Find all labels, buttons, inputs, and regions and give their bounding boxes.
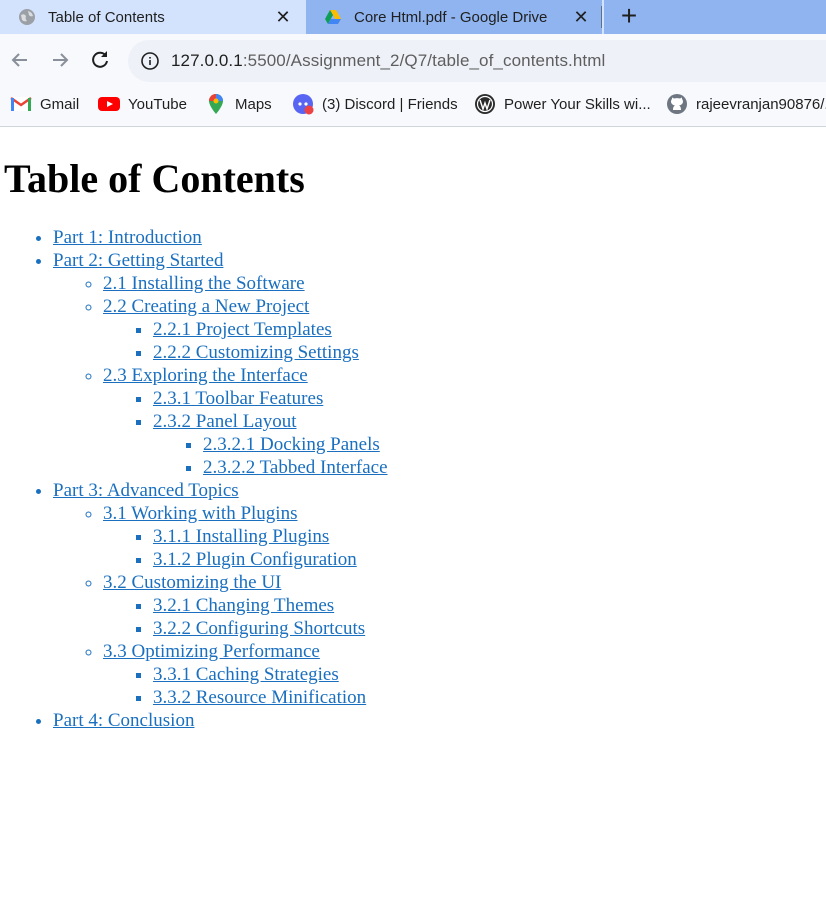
toc-link-2-3-2-2[interactable]: 2.3.2.2 Tabbed Interface xyxy=(203,457,388,478)
bookmark-github[interactable]: rajeevranjan90876/... xyxy=(666,88,826,120)
toc-3-1-subsections: 3.1.1 Installing Plugins 3.1.2 Plugin Co… xyxy=(103,525,388,571)
close-tab-icon[interactable]: ✕ xyxy=(572,8,590,26)
forward-arrow-icon[interactable] xyxy=(48,48,72,72)
toc-part-3-sections: 3.1 Working with Plugins 3.1.1 Installin… xyxy=(53,502,388,709)
url-host: 127.0.0.1 xyxy=(171,51,243,70)
youtube-icon xyxy=(98,93,120,115)
maps-icon xyxy=(205,93,227,115)
toc-item: 2.3.2 Panel Layout 2.3.2.1 Docking Panel… xyxy=(153,410,388,479)
toc-link-3-1[interactable]: 3.1 Working with Plugins xyxy=(103,503,297,524)
toc-item: 2.2.1 Project Templates xyxy=(153,318,388,341)
toc-link-3-2[interactable]: 3.2 Customizing the UI xyxy=(103,572,281,593)
toc-link-3-3[interactable]: 3.3 Optimizing Performance xyxy=(103,641,320,662)
toc-link-3-1-1[interactable]: 3.1.1 Installing Plugins xyxy=(153,526,329,547)
back-arrow-icon[interactable] xyxy=(8,48,32,72)
tab-table-of-contents[interactable]: Table of Contents ✕ xyxy=(0,0,306,34)
wordpress-icon xyxy=(474,93,496,115)
gmail-icon xyxy=(10,93,32,115)
address-bar[interactable]: 127.0.0.1:5500/Assignment_2/Q7/table_of_… xyxy=(128,40,826,82)
toc-part-3: Part 3: Advanced Topics 3.1 Working with… xyxy=(53,479,388,709)
new-tab-icon[interactable]: + xyxy=(614,2,644,32)
bookmark-label: Maps xyxy=(235,95,272,113)
tab-title: Core Html.pdf - Google Drive xyxy=(354,8,548,26)
discord-icon xyxy=(292,93,314,115)
url-path: :5500/Assignment_2/Q7/table_of_contents.… xyxy=(242,51,606,70)
toc-link-2-3[interactable]: 2.3 Exploring the Interface xyxy=(103,365,308,386)
toc-2-3-subsections: 2.3.1 Toolbar Features 2.3.2 Panel Layou… xyxy=(103,387,388,479)
tab-google-drive[interactable]: Core Html.pdf - Google Drive ✕ xyxy=(306,0,602,34)
toc-part-4: Part 4: Conclusion xyxy=(53,709,388,732)
toc-item: 3.3 Optimizing Performance 3.3.1 Caching… xyxy=(103,640,388,709)
bookmark-label: rajeevranjan90876/... xyxy=(696,95,826,113)
toc-link-3-2-1[interactable]: 3.2.1 Changing Themes xyxy=(153,595,334,616)
toc-item: 3.1 Working with Plugins 3.1.1 Installin… xyxy=(103,502,388,571)
toc-link-2-3-2[interactable]: 2.3.2 Panel Layout xyxy=(153,411,297,432)
reload-icon[interactable] xyxy=(88,48,112,72)
github-icon xyxy=(666,93,688,115)
toc-link-part-2[interactable]: Part 2: Getting Started xyxy=(53,250,223,271)
toc-link-part-3[interactable]: Part 3: Advanced Topics xyxy=(53,480,239,501)
toc-link-2-3-1[interactable]: 2.3.1 Toolbar Features xyxy=(153,388,323,409)
toc-item: 2.3 Exploring the Interface 2.3.1 Toolba… xyxy=(103,364,388,479)
site-info-icon[interactable] xyxy=(140,51,160,71)
bookmark-label: Gmail xyxy=(40,95,80,113)
bookmark-maps[interactable]: Maps xyxy=(205,88,272,120)
browser-chrome: Table of Contents ✕ Core Html.pdf - Goog… xyxy=(0,0,826,127)
toc-link-2-2-1[interactable]: 2.2.1 Project Templates xyxy=(153,319,332,340)
toc-item: 2.3.2.2 Tabbed Interface xyxy=(203,456,388,479)
toc-link-part-1[interactable]: Part 1: Introduction xyxy=(53,227,202,248)
toc-item: 2.2 Creating a New Project 2.2.1 Project… xyxy=(103,295,388,364)
bookmarks-bar: Gmail YouTube Maps (3) Discord | Friends… xyxy=(0,88,826,127)
toc-link-3-3-1[interactable]: 3.3.1 Caching Strategies xyxy=(153,664,339,685)
toc-link-3-3-2[interactable]: 3.3.2 Resource Minification xyxy=(153,687,366,708)
bookmark-youtube[interactable]: YouTube xyxy=(98,88,187,120)
globe-icon xyxy=(19,9,35,25)
tab-strip: Table of Contents ✕ Core Html.pdf - Goog… xyxy=(0,0,826,34)
toc-item: 2.1 Installing the Software xyxy=(103,272,388,295)
url-text[interactable]: 127.0.0.1:5500/Assignment_2/Q7/table_of_… xyxy=(171,51,605,71)
toc-item: 2.2.2 Customizing Settings xyxy=(153,341,388,364)
toc-item: 3.2.1 Changing Themes xyxy=(153,594,388,617)
toc-link-2-2-2[interactable]: 2.2.2 Customizing Settings xyxy=(153,342,359,363)
page-title: Table of Contents xyxy=(4,156,305,201)
toc-3-2-subsections: 3.2.1 Changing Themes 3.2.2 Configuring … xyxy=(103,594,388,640)
bookmark-discord[interactable]: (3) Discord | Friends xyxy=(292,88,458,120)
toc-2-3-2-subsections: 2.3.2.1 Docking Panels 2.3.2.2 Tabbed In… xyxy=(153,433,388,479)
table-of-contents: Part 1: Introduction Part 2: Getting Sta… xyxy=(0,226,388,732)
bookmark-gmail[interactable]: Gmail xyxy=(10,88,79,120)
toc-item: 2.3.2.1 Docking Panels xyxy=(203,433,388,456)
tab-divider xyxy=(601,6,602,28)
toc-3-3-subsections: 3.3.1 Caching Strategies 3.3.2 Resource … xyxy=(103,663,388,709)
toc-part-2-sections: 2.1 Installing the Software 2.2 Creating… xyxy=(53,272,388,479)
close-tab-icon[interactable]: ✕ xyxy=(274,8,292,26)
page-content: Table of Contents Part 1: Introduction P… xyxy=(0,127,826,905)
toc-link-2-2[interactable]: 2.2 Creating a New Project xyxy=(103,296,309,317)
toc-item: 3.2 Customizing the UI 3.2.1 Changing Th… xyxy=(103,571,388,640)
toc-item: 3.2.2 Configuring Shortcuts xyxy=(153,617,388,640)
toc-item: 3.1.1 Installing Plugins xyxy=(153,525,388,548)
bookmark-label: Power Your Skills wi... xyxy=(504,95,651,113)
tab-title: Table of Contents xyxy=(48,8,165,26)
toc-link-3-1-2[interactable]: 3.1.2 Plugin Configuration xyxy=(153,549,357,570)
bookmark-label: YouTube xyxy=(128,95,187,113)
toc-item: 3.3.2 Resource Minification xyxy=(153,686,388,709)
google-drive-icon xyxy=(325,10,341,24)
toc-item: 3.3.1 Caching Strategies xyxy=(153,663,388,686)
toc-link-part-4[interactable]: Part 4: Conclusion xyxy=(53,710,194,731)
toc-2-2-subsections: 2.2.1 Project Templates 2.2.2 Customizin… xyxy=(103,318,388,364)
toc-link-2-1[interactable]: 2.1 Installing the Software xyxy=(103,273,305,294)
toc-item: 2.3.1 Toolbar Features xyxy=(153,387,388,410)
toc-item: 3.1.2 Plugin Configuration xyxy=(153,548,388,571)
bookmark-power-your-skills[interactable]: Power Your Skills wi... xyxy=(474,88,651,120)
bookmark-label: (3) Discord | Friends xyxy=(322,95,458,113)
toc-link-2-3-2-1[interactable]: 2.3.2.1 Docking Panels xyxy=(203,434,380,455)
toc-link-3-2-2[interactable]: 3.2.2 Configuring Shortcuts xyxy=(153,618,365,639)
browser-toolbar: 127.0.0.1:5500/Assignment_2/Q7/table_of_… xyxy=(0,34,826,88)
toc-part-2: Part 2: Getting Started 2.1 Installing t… xyxy=(53,249,388,479)
toc-part-1: Part 1: Introduction xyxy=(53,226,388,249)
